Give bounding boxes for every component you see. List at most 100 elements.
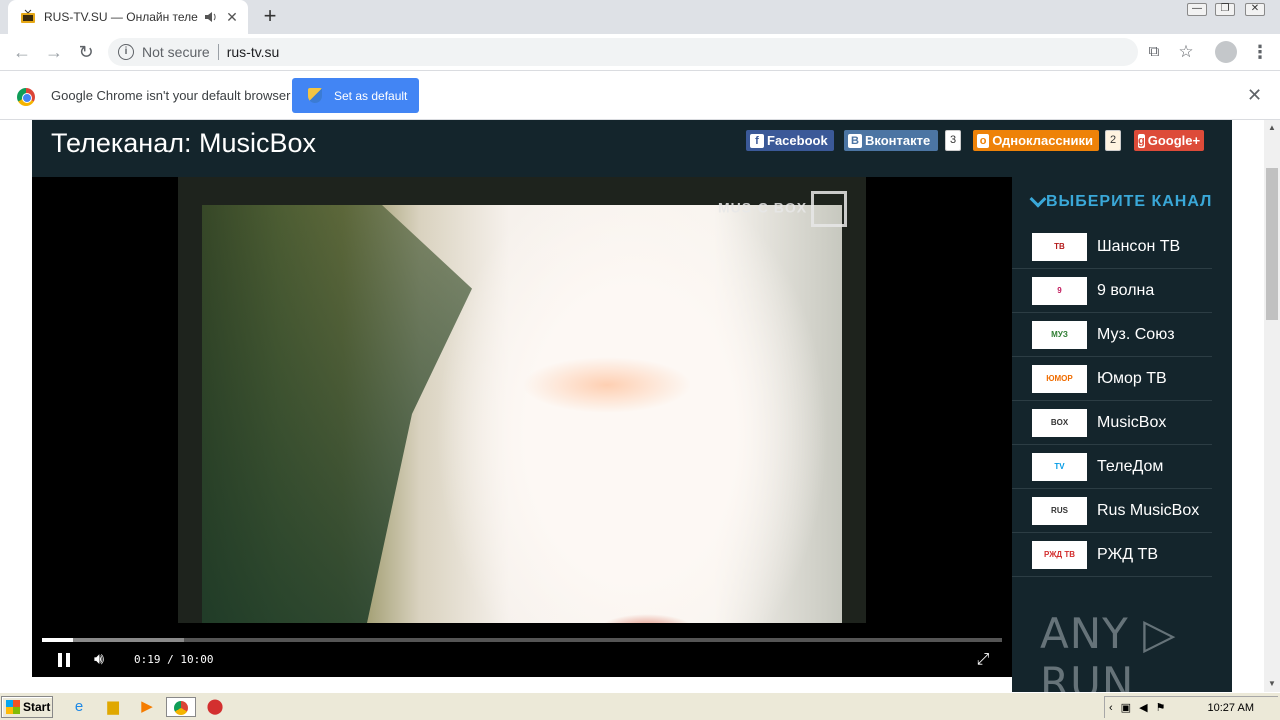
channel-item[interactable]: 9 9 волна — [1012, 269, 1212, 313]
browser-tab[interactable]: RUS-TV.SU — Онлайн телевид ✕ — [8, 0, 248, 34]
reload-button[interactable]: ↻ — [74, 40, 98, 64]
googleplus-share-label: Google+ — [1147, 133, 1201, 148]
minimize-button[interactable]: — — [1182, 0, 1212, 18]
chevron-down-icon — [1029, 190, 1047, 208]
volume-icon[interactable]: 🔊︎ — [94, 651, 114, 669]
profile-avatar-icon[interactable] — [1215, 41, 1237, 63]
vkontakte-share-button[interactable]: B Вконтакте — [844, 130, 938, 151]
forward-button[interactable]: → — [42, 40, 66, 64]
video-frame: MUS·C BOX — [178, 177, 866, 623]
set-as-default-label: Set as default — [334, 88, 408, 103]
scroll-down-arrow-icon[interactable]: ▼ — [1264, 676, 1280, 692]
odnoklassniki-share-count: 2 — [1105, 130, 1121, 151]
vkontakte-icon: B — [848, 133, 862, 148]
channel-header: Телеканал: MusicBox f Facebook B Вконтакте… — [32, 120, 1232, 177]
audio-playing-icon[interactable] — [204, 10, 218, 24]
video-player[interactable]: MUS·C BOX 🔊︎ 0:19 / 10:00 ⤢ — [32, 177, 1012, 677]
channel-item[interactable]: TV ТелеДом — [1012, 445, 1212, 489]
url-text[interactable]: rus-tv.su — [227, 44, 280, 60]
channel-sidebar: ВЫБЕРИТЕ КАНАЛ TB Шансон ТВ 9 9 волна МУЗ Муз… — [1012, 177, 1232, 692]
web-page: Телеканал: MusicBox f Facebook B Вконтакте… — [0, 120, 1264, 692]
vkontakte-share-count: 3 — [945, 130, 961, 151]
odnoklassniki-share-button[interactable]: o Одноклассники — [973, 130, 1099, 151]
channel-name: ТелеДом — [1097, 457, 1164, 475]
browser-toolbar: ← → ↻ i Not secure rus-tv.su ⧉ ☆ ⋮ — [0, 34, 1280, 71]
playback-time: 0:19 / 10:00 — [134, 653, 214, 666]
googleplus-share-button[interactable]: g Google+ — [1134, 130, 1204, 151]
new-tab-button[interactable]: + — [258, 5, 282, 29]
tab-title: RUS-TV.SU — Онлайн телевид — [44, 10, 198, 24]
channel-logo-overlay: MUS·C BOX — [718, 191, 848, 227]
channel-logo-icon: ЮМОР — [1032, 364, 1087, 393]
maximize-button[interactable]: ❐ — [1210, 0, 1240, 18]
windows-taskbar: Start e ▆ ▶ ⬤ ‹ ▣ ◀ ⚑ 10:27 AM — [0, 692, 1280, 720]
start-label: Start — [23, 700, 51, 714]
channel-item[interactable]: RUS Rus MusicBox — [1012, 489, 1212, 533]
tray-expand-icon[interactable]: ‹ — [1109, 702, 1113, 714]
channel-name: Rus MusicBox — [1097, 501, 1200, 519]
kebab-menu-icon[interactable]: ⋮ — [1250, 42, 1270, 62]
channel-logo-icon: TB — [1032, 232, 1087, 261]
seek-bar[interactable] — [42, 638, 1002, 642]
internet-explorer-icon[interactable]: e — [68, 697, 90, 717]
translate-icon[interactable]: ⧉ — [1144, 42, 1164, 62]
tab-strip: RUS-TV.SU — Онлайн телевид ✕ + — ❐ ✕ — [0, 0, 1280, 34]
info-icon[interactable]: i — [118, 44, 134, 60]
channel-list-heading[interactable]: ВЫБЕРИТЕ КАНАЛ — [1029, 190, 1212, 211]
facebook-share-button[interactable]: f Facebook — [746, 130, 834, 151]
bookmark-star-icon[interactable]: ☆ — [1176, 42, 1196, 62]
network-icon[interactable]: ▣ — [1121, 701, 1131, 714]
channel-item[interactable]: TB Шансон ТВ — [1012, 225, 1212, 269]
channel-logo-box-icon — [811, 191, 848, 227]
page-scrollbar[interactable]: ▲ ▼ — [1264, 120, 1280, 692]
omnibox-divider — [217, 44, 219, 60]
odnoklassniki-icon: o — [977, 133, 990, 148]
pause-button[interactable] — [58, 653, 72, 667]
channel-name: Шансон ТВ — [1097, 237, 1181, 255]
channel-item[interactable]: МУЗ Муз. Союз — [1012, 313, 1212, 357]
chrome-taskbar-button[interactable] — [166, 697, 196, 717]
fullscreen-icon[interactable]: ⤢ — [974, 651, 992, 669]
stop-icon[interactable]: ⬤ — [204, 697, 226, 717]
arrow-right-icon: → — [45, 42, 63, 62]
infobar-message: Google Chrome isn't your default browser — [51, 88, 291, 103]
chrome-icon — [174, 701, 188, 715]
channel-item[interactable]: РЖД ТВ РЖД ТВ — [1012, 533, 1212, 577]
channel-name: Юмор ТВ — [1097, 369, 1167, 387]
channel-logo-icon: МУЗ — [1032, 320, 1087, 349]
set-as-default-button[interactable]: Set as default — [292, 78, 419, 113]
close-tab-icon[interactable]: ✕ — [224, 9, 240, 25]
page-title: Телеканал: MusicBox — [51, 128, 317, 158]
facebook-icon: f — [750, 133, 764, 148]
channel-logo-icon: BOX — [1032, 408, 1087, 437]
channel-name: 9 волна — [1097, 281, 1155, 299]
channel-logo-icon: RUS — [1032, 496, 1087, 525]
close-window-icon: ✕ — [1245, 3, 1265, 16]
flag-tray-icon[interactable]: ⚑ — [1156, 701, 1166, 714]
channel-name: РЖД ТВ — [1097, 545, 1158, 563]
tv-favicon-icon — [21, 9, 35, 23]
windows-logo-icon — [6, 700, 20, 714]
file-explorer-icon[interactable]: ▆ — [102, 697, 124, 717]
scrollbar-thumb[interactable] — [1266, 168, 1278, 320]
channel-item[interactable]: ЮМОР Юмор ТВ — [1012, 357, 1212, 401]
start-button[interactable]: Start — [1, 696, 53, 718]
close-infobar-icon[interactable]: ✕ — [1247, 85, 1262, 106]
default-browser-infobar: Google Chrome isn't your default browser… — [0, 72, 1280, 120]
channel-logo-icon: 9 — [1032, 276, 1087, 305]
close-window-button[interactable]: ✕ — [1240, 0, 1270, 18]
uac-shield-icon — [308, 88, 322, 103]
address-bar[interactable]: i Not secure rus-tv.su — [108, 38, 1138, 66]
googleplus-icon: g — [1138, 133, 1145, 148]
media-player-icon[interactable]: ▶ — [136, 697, 158, 717]
anyrun-watermark: ANY ▷ RUN — [1040, 609, 1177, 692]
system-tray: ‹ ▣ ◀ ⚑ 10:27 AM — [1104, 696, 1278, 718]
facebook-share-label: Facebook — [767, 133, 828, 148]
vkontakte-share-label: Вконтакте — [865, 133, 931, 148]
back-button[interactable]: ← — [10, 40, 34, 64]
reload-icon: ↻ — [78, 42, 94, 62]
maximize-icon: ❐ — [1215, 3, 1235, 16]
volume-tray-icon[interactable]: ◀ — [1139, 701, 1147, 714]
channel-item[interactable]: BOX MusicBox — [1012, 401, 1212, 445]
scroll-up-arrow-icon[interactable]: ▲ — [1264, 120, 1280, 136]
